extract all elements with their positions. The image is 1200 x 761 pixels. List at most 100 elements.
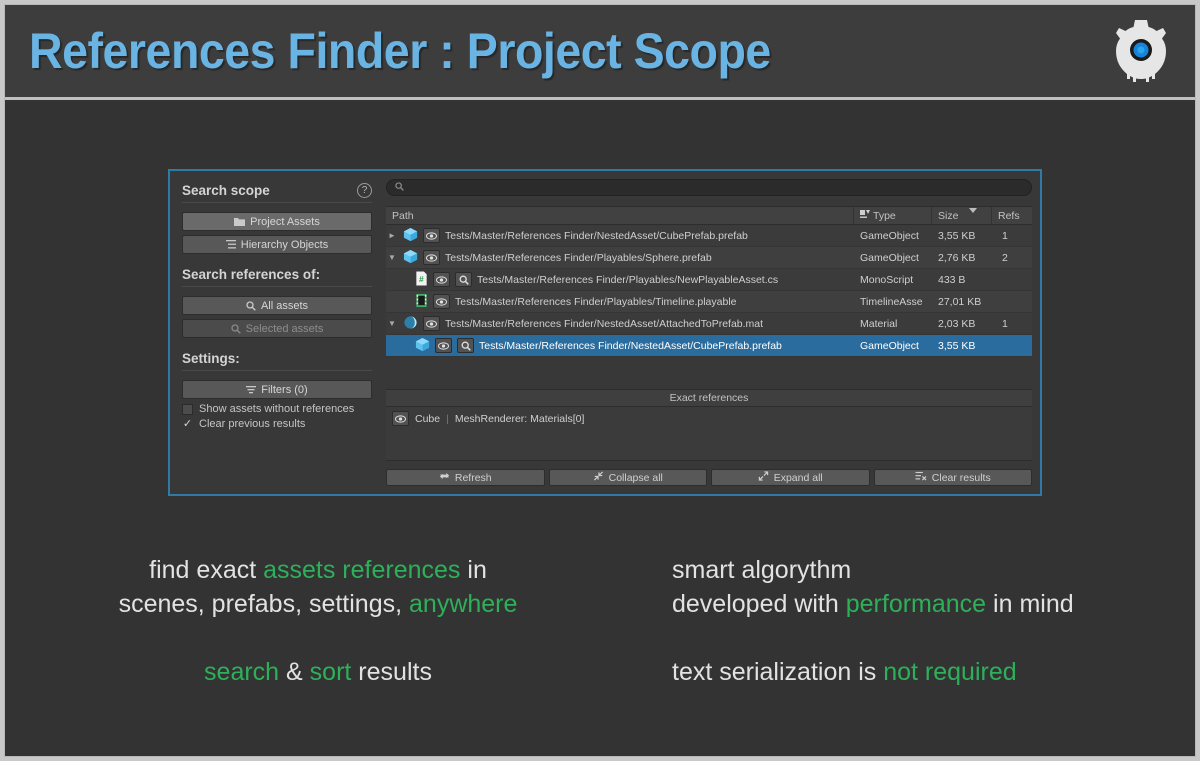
table-row[interactable]: Tests/Master/References Finder/NestedAss…: [386, 335, 1032, 357]
column-header-path[interactable]: Path: [386, 207, 854, 224]
refresh-button[interactable]: Refresh: [386, 469, 545, 486]
timeline-icon: [415, 293, 428, 311]
ping-eye-button[interactable]: [392, 411, 409, 426]
row-refs: 1: [992, 318, 1032, 330]
footer-actions: Refresh Collapse all Expand all: [386, 461, 1032, 486]
tagline-left-bottom-p1: &: [279, 658, 310, 686]
twisty-collapsed-icon[interactable]: ►: [386, 231, 398, 240]
type-filter-icon: [860, 209, 870, 222]
find-references-button[interactable]: [455, 272, 472, 287]
tagline-left-top-h2: anywhere: [409, 590, 517, 618]
csharp-script-icon: #: [415, 271, 428, 289]
row-type: TimelineAsse: [854, 296, 932, 308]
column-header-size-label: Size: [938, 210, 958, 222]
search-input[interactable]: [409, 182, 1023, 193]
column-header-type-label: Type: [873, 210, 896, 222]
search-references-of-label: Search references of:: [182, 267, 320, 282]
tagline-left-bottom-h1: search: [204, 658, 279, 686]
search-icon: [246, 301, 256, 311]
ping-eye-button[interactable]: [435, 338, 452, 353]
collapse-all-button[interactable]: Collapse all: [549, 469, 708, 486]
tagline-right-bottom-h1: not required: [883, 658, 1016, 686]
tagline-right-top-p1: smart algorythm: [672, 556, 851, 584]
row-path: Tests/Master/References Finder/Playables…: [477, 274, 778, 286]
expand-icon: [758, 471, 769, 484]
results-search-bar[interactable]: [386, 179, 1032, 196]
exact-references-label: Exact references: [670, 392, 749, 404]
column-header-size[interactable]: Size: [932, 207, 992, 224]
list-icon: [226, 240, 236, 249]
row-size: 433 B: [932, 274, 992, 286]
row-type: GameObject: [854, 340, 932, 352]
expand-all-button[interactable]: Expand all: [711, 469, 870, 486]
find-references-button[interactable]: [457, 338, 474, 353]
tagline-left-top-p3: scenes, prefabs, settings,: [119, 590, 409, 618]
row-path: Tests/Master/References Finder/NestedAss…: [479, 340, 782, 352]
row-path: Tests/Master/References Finder/Playables…: [445, 252, 712, 264]
search-scope-label: Search scope: [182, 183, 270, 198]
table-row[interactable]: # Tests/Master/References Finder/Playabl…: [386, 269, 1032, 291]
filters-button[interactable]: Filters (0): [182, 380, 372, 399]
tagline-right-top: smart algorythm developed with performan…: [672, 553, 1152, 621]
prefab-cube-icon: [403, 249, 418, 267]
checkbox-show-assets-without-references[interactable]: Show assets without references: [182, 403, 372, 415]
ping-eye-button[interactable]: [423, 250, 440, 265]
help-icon[interactable]: ?: [357, 183, 372, 198]
exact-references-list: Cube | MeshRenderer: Materials[0]: [386, 407, 1032, 461]
clear-results-button[interactable]: Clear results: [874, 469, 1033, 486]
all-assets-button[interactable]: All assets: [182, 296, 372, 315]
references-finder-logo: [1107, 17, 1175, 87]
tagline-left-bottom: search & sort results: [83, 655, 553, 689]
row-type: Material: [854, 318, 932, 330]
collapse-icon: [593, 471, 604, 484]
list-item[interactable]: Cube | MeshRenderer: Materials[0]: [392, 411, 1026, 426]
row-size: 3,55 KB: [932, 230, 992, 242]
twisty-expanded-icon[interactable]: ▼: [386, 253, 398, 262]
tagline-left-bottom-p2: results: [351, 658, 432, 686]
table-row[interactable]: ► Tests/Master/References Finder/NestedA…: [386, 225, 1032, 247]
tagline-right-bottom-p1: text serialization is: [672, 658, 883, 686]
scope-project-assets-label: Project Assets: [250, 216, 320, 228]
column-header-refs[interactable]: Refs: [992, 207, 1032, 224]
exact-reference-separator: |: [446, 413, 449, 425]
search-references-of-header: Search references of:: [182, 267, 372, 287]
row-path: Tests/Master/References Finder/Playables…: [455, 296, 737, 308]
tagline-right-top-h1: performance: [846, 590, 986, 618]
row-refs: 1: [992, 230, 1032, 242]
clear-list-icon: [915, 471, 927, 484]
ping-eye-button[interactable]: [423, 316, 440, 331]
scope-project-assets-button[interactable]: Project Assets: [182, 212, 372, 231]
slide-root: References Finder : Project Scope Search…: [4, 4, 1196, 757]
checkbox-box-icon: [182, 404, 193, 415]
row-path: Tests/Master/References Finder/NestedAss…: [445, 230, 748, 242]
row-type: GameObject: [854, 252, 932, 264]
table-row[interactable]: Tests/Master/References Finder/Playables…: [386, 291, 1032, 313]
sidebar: Search scope ? Project Assets: [170, 171, 382, 494]
ping-eye-button[interactable]: [433, 272, 450, 287]
all-assets-label: All assets: [261, 300, 308, 312]
ping-eye-button[interactable]: [433, 294, 450, 309]
column-header-type[interactable]: Type: [854, 207, 932, 224]
selected-assets-label: Selected assets: [246, 323, 324, 335]
row-path: Tests/Master/References Finder/NestedAss…: [445, 318, 763, 330]
material-sphere-icon: [403, 315, 418, 333]
tagline-left-top-p2: in: [460, 556, 486, 584]
scope-hierarchy-objects-button[interactable]: Hierarchy Objects: [182, 235, 372, 254]
search-icon: [395, 182, 404, 193]
settings-header: Settings:: [182, 351, 372, 371]
exact-reference-detail: MeshRenderer: Materials[0]: [455, 413, 585, 425]
search-scope-header: Search scope ?: [182, 183, 372, 203]
ping-eye-button[interactable]: [423, 228, 440, 243]
twisty-expanded-icon[interactable]: ▼: [386, 319, 398, 328]
filters-label: Filters (0): [261, 384, 307, 396]
checkbox-show-assets-label: Show assets without references: [199, 403, 354, 415]
tagline-right-top-p3: in mind: [986, 590, 1074, 618]
selected-assets-button[interactable]: Selected assets: [182, 319, 372, 338]
results-rows: ► Tests/Master/References Finder/NestedA…: [386, 225, 1032, 357]
table-row[interactable]: ▼ Tests/Master/References Finder/Playabl…: [386, 247, 1032, 269]
tagline-left-bottom-h2: sort: [310, 658, 352, 686]
scope-hierarchy-objects-label: Hierarchy Objects: [241, 239, 328, 251]
checkbox-clear-previous-results[interactable]: ✓ Clear previous results: [182, 418, 372, 430]
clear-results-label: Clear results: [932, 472, 991, 484]
table-row[interactable]: ▼ Tests/Master/References Finder/NestedA…: [386, 313, 1032, 335]
